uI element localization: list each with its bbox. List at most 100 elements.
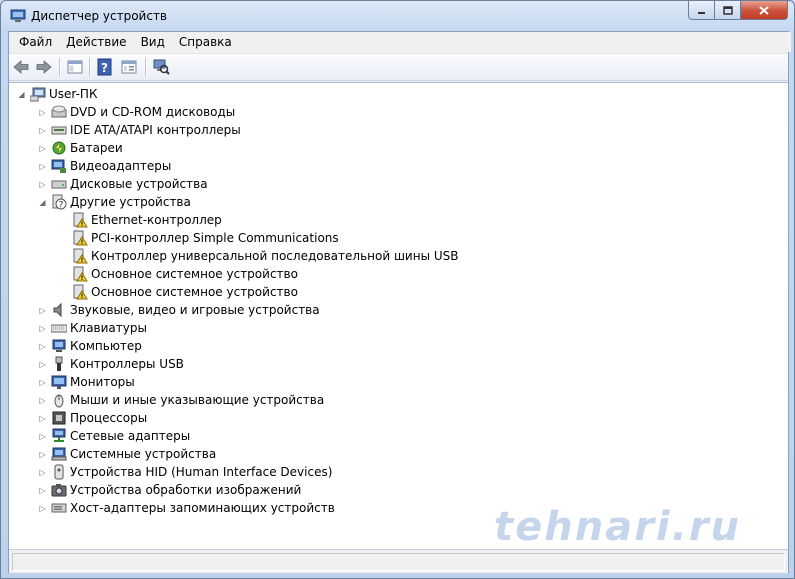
minimize-button[interactable] (688, 1, 715, 20)
device-tree[interactable]: ◢ User-ПК ▷ DVD и CD-ROM дисководы ▷ IDE… (9, 82, 788, 549)
battery-icon (52, 141, 66, 155)
tree-child-item[interactable]: Ethernet-контроллер (59, 211, 222, 229)
expand-arrow-icon[interactable]: ▷ (38, 103, 47, 121)
expand-arrow-icon[interactable]: ▷ (38, 301, 47, 319)
unknown-device-icon: ? (52, 194, 67, 211)
toolbar-separator (145, 58, 147, 76)
expand-arrow-icon[interactable]: ▷ (38, 139, 47, 157)
device-manager-app-icon (10, 9, 26, 22)
expand-arrow-icon[interactable]: ▷ (38, 445, 47, 463)
warning-device-icon (73, 284, 88, 300)
camera-icon (51, 484, 67, 497)
minimize-icon (698, 11, 705, 14)
network-adapter-icon (52, 428, 66, 442)
hid-icon (54, 464, 64, 480)
svg-text:?: ? (101, 61, 108, 75)
tree-item[interactable]: ▷ IDE ATA/ATAPI контроллеры (38, 121, 240, 139)
sound-icon (53, 302, 62, 318)
menu-file[interactable]: Файл (12, 32, 59, 52)
caption-buttons (688, 1, 788, 20)
status-bar (9, 549, 788, 573)
tree-item[interactable]: ▷ Клавиатуры (38, 319, 147, 337)
tree-child-item[interactable]: Основное системное устройство (59, 283, 298, 301)
tree-item[interactable]: ▷ Мыши и иные указывающие устройства (38, 391, 324, 409)
tree-item[interactable]: ▷ Мониторы (38, 373, 135, 391)
tree-item[interactable]: ▷ Системные устройства (38, 445, 216, 463)
title-bar[interactable]: Диспетчер устройств (1, 1, 794, 31)
mouse-icon (54, 394, 64, 408)
expand-arrow-icon[interactable]: ▷ (38, 319, 47, 337)
computer-root-icon (30, 87, 46, 102)
expand-arrow-icon[interactable]: ▷ (38, 355, 47, 373)
system-device-icon (51, 447, 67, 461)
client-area: Файл Действие Вид Справка ? ◢ User-ПК ▷ … (8, 31, 791, 573)
expand-arrow-icon[interactable]: ▷ (38, 427, 47, 445)
device-manager-window: Диспетчер устройств Файл Действие Вид Сп… (0, 0, 795, 579)
toolbar: ? (9, 53, 788, 81)
storage-controller-icon (51, 503, 67, 513)
maximize-button[interactable] (715, 1, 741, 20)
tree-root[interactable]: ◢ User-ПК (17, 85, 97, 103)
close-icon (759, 5, 769, 15)
tree-item[interactable]: ▷ Контроллеры USB (38, 355, 184, 373)
expand-arrow-icon[interactable]: ▷ (38, 175, 47, 193)
tree-item[interactable]: ▷ Звуковые, видео и игровые устройства (38, 301, 320, 319)
tree-item[interactable]: ▷ Компьютер (38, 337, 142, 355)
tree-item[interactable]: ◢ ? Другие устройства (38, 193, 191, 211)
dvd-drive-icon (51, 105, 67, 118)
properties-icon[interactable] (120, 58, 138, 76)
warning-device-icon (73, 230, 88, 246)
window-title: Диспетчер устройств (31, 9, 168, 23)
keyboard-icon (51, 324, 67, 333)
help-icon[interactable]: ? (96, 58, 114, 76)
scan-hardware-icon[interactable] (152, 58, 170, 76)
warning-device-icon (73, 266, 88, 282)
expand-arrow-icon[interactable]: ▷ (38, 463, 47, 481)
maximize-icon (722, 5, 733, 15)
expand-arrow-icon[interactable]: ▷ (38, 481, 47, 499)
tree-item[interactable]: ▷ Процессоры (38, 409, 147, 427)
back-icon[interactable] (12, 58, 30, 76)
status-field (12, 553, 785, 571)
menu-bar: Файл Действие Вид Справка (9, 32, 791, 52)
expand-arrow-icon[interactable]: ▷ (38, 409, 47, 427)
tree-item[interactable]: ▷ Устройства обработки изображений (38, 481, 301, 499)
usb-icon (55, 356, 63, 371)
toolbar-separator (89, 58, 91, 76)
tree-item[interactable]: ▷ DVD и CD-ROM дисководы (38, 103, 235, 121)
tree-child-item[interactable]: Основное системное устройство (59, 265, 298, 283)
tree-child-item[interactable]: Контроллер универсальной последовательно… (59, 247, 459, 265)
menu-help[interactable]: Справка (172, 32, 239, 52)
warning-device-icon (73, 248, 88, 264)
menu-action[interactable]: Действие (59, 32, 133, 52)
show-hide-console-tree-icon[interactable] (66, 58, 84, 76)
tree-item[interactable]: ▷ Сетевые адаптеры (38, 427, 190, 445)
collapse-arrow-icon[interactable]: ◢ (17, 85, 26, 103)
computer-icon (52, 339, 66, 352)
disk-drive-icon (51, 180, 67, 189)
tree-item[interactable]: ▷ Видеоадаптеры (38, 157, 171, 175)
monitor-icon (51, 375, 67, 389)
tree-item[interactable]: ▷ Устройства HID (Human Interface Device… (38, 463, 332, 481)
close-button[interactable] (741, 1, 788, 20)
display-adapter-icon (51, 159, 66, 173)
tree-item[interactable]: ▷ Батареи (38, 139, 122, 157)
expand-arrow-icon[interactable]: ▷ (38, 391, 47, 409)
tree-root-label: User-ПК (49, 87, 98, 101)
collapse-arrow-icon[interactable]: ◢ (38, 193, 47, 211)
expand-arrow-icon[interactable]: ▷ (38, 499, 47, 517)
expand-arrow-icon[interactable]: ▷ (38, 337, 47, 355)
processor-icon (52, 411, 66, 425)
menu-view[interactable]: Вид (134, 32, 172, 52)
expand-arrow-icon[interactable]: ▷ (38, 373, 47, 391)
svg-text:?: ? (59, 201, 64, 211)
expand-arrow-icon[interactable]: ▷ (38, 121, 47, 139)
tree-item[interactable]: ▷ Дисковые устройства (38, 175, 207, 193)
toolbar-separator (59, 58, 61, 76)
warning-device-icon (73, 212, 88, 228)
forward-icon[interactable] (35, 58, 53, 76)
expand-arrow-icon[interactable]: ▷ (38, 157, 47, 175)
tree-child-item[interactable]: PCI-контроллер Simple Communications (59, 229, 339, 247)
tree-item[interactable]: ▷ Хост-адаптеры запоминающих устройств (38, 499, 334, 517)
ide-controller-icon (51, 126, 67, 135)
